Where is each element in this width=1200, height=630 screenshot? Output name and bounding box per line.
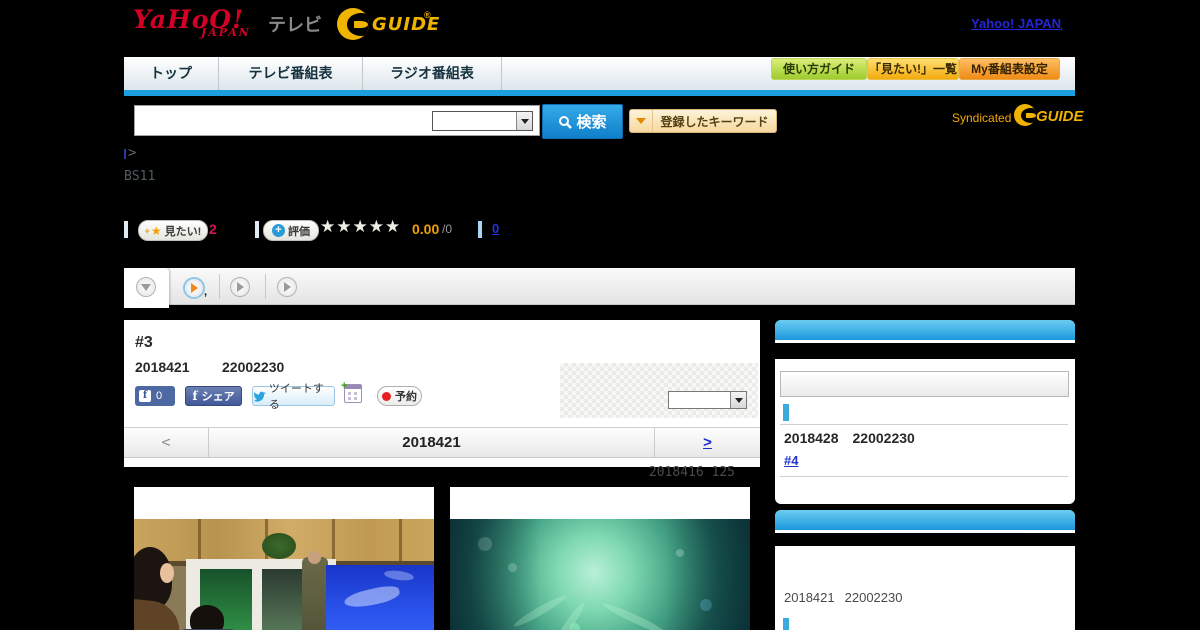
current-date-label: 2018421 [402,434,461,451]
twitter-icon [253,391,266,402]
tab-radio-listings[interactable]: ラジオ番組表 [363,57,502,90]
search-icon [559,115,573,129]
circle-play-icon[interactable] [277,277,297,297]
facebook-like-count: 0 [156,390,163,402]
program-photo-glass-bird [450,519,750,630]
registered-keywords-button[interactable]: 登録したキーワード [629,109,777,133]
tab-separator [219,274,220,299]
page: YaHoO! JAPAN テレビ GUIDE ® Yahoo! JAPAN , … [0,0,1200,630]
mitai-button[interactable]: + ★ 見たい! [138,220,208,241]
sidebar-panel-subheader [775,343,1075,359]
rating-score: 0.00 [412,221,440,237]
facebook-icon: f [192,389,198,403]
episode-title: #3 [135,334,153,351]
chevron-down-icon [730,392,746,408]
media-tabstrip [124,268,1075,305]
rate-button[interactable]: + 評価 [263,220,319,241]
tab-separator [265,274,266,299]
search-button-label: 検索 [576,114,607,131]
tweet-button[interactable]: ツイートする [252,383,335,411]
current-broadcast-schedule: 2018421 22002230 [784,590,902,605]
updated-timestamp: 2018416 125 [648,465,735,480]
mitai-button-label: 見たい! [164,225,202,238]
tweet-button-label: ツイートする [268,383,324,411]
tab-top[interactable]: トップ [124,57,219,90]
sidebar-input[interactable] [780,371,1069,397]
rate-button-label: 評価 [288,225,310,238]
sidebar-panel-header [775,510,1075,530]
facebook-like-button[interactable]: f 0 [135,386,175,406]
program-photo-aquarium [134,519,434,630]
next-broadcast-date: 2018428 [784,430,839,446]
breadcrumb: > [128,145,137,161]
tab-tv-listings[interactable]: テレビ番組表 [219,57,363,90]
sidebar-current-broadcast-panel: 2018421 22002230 [775,510,1075,630]
mitai-list-button[interactable]: 「見たい!」一覧 [867,58,959,80]
guide-howto-button[interactable]: 使い方ガイド [771,58,867,80]
calendar-add-icon[interactable]: + [341,380,362,403]
plus-icon: + [144,225,150,236]
prev-date-button[interactable]: < [124,428,209,457]
breadcrumb-tick [124,149,126,159]
mitai-count: 2 [209,221,217,237]
sidebar-panel-header [775,320,1075,340]
tabstrip-caption: , [204,286,208,298]
next-episode-link[interactable]: #4 [784,453,798,468]
episode-select[interactable] [668,391,747,409]
keyword-dropdown-icon [630,110,653,132]
chevron-down-icon [516,112,532,130]
search-input[interactable] [137,108,431,133]
rating-total: /0 [442,222,453,236]
divider [780,424,1068,425]
broadcast-time: 22002230 [222,359,285,375]
tab-separator [169,274,170,299]
circle-play-icon[interactable] [230,277,250,297]
program-photo-card-1[interactable] [134,487,434,630]
next-broadcast-schedule: 2018428 22002230 [784,430,915,446]
broadcast-date: 2018421 [135,359,190,375]
facebook-share-label: シェア [201,391,235,403]
record-dot-icon [382,391,391,401]
reserve-button[interactable]: 予約 [377,386,422,406]
next-date-link[interactable]: > [654,428,760,457]
divider-pipe [255,221,259,238]
sidebar-panel-subheader [775,533,1075,546]
current-broadcast-time: 22002230 [844,590,903,605]
reserve-button-label: 予約 [395,391,417,403]
service-name-label: テレビ [268,15,322,35]
top-link-suffix: , [1060,18,1064,32]
circle-play-icon-active[interactable] [183,277,205,299]
next-broadcast-time: 22002230 [852,430,915,446]
star-rating[interactable]: ★★★★★ [320,217,401,237]
section-accent-bar [783,618,789,630]
date-navigation: < 2018421 > [124,427,760,458]
section-accent-bar [783,404,789,421]
my-listings-settings-button[interactable]: My番組表設定 [959,58,1060,80]
facebook-icon: f [139,390,151,402]
plus-circle-icon: + [272,224,285,237]
program-photo-card-2[interactable] [450,487,750,630]
syndicated-gguide-text: GUIDE [1036,108,1084,125]
syndicated-gguide-icon [1014,104,1036,126]
current-broadcast-date: 2018421 [784,590,835,605]
search-category-select[interactable] [432,111,533,131]
program-detail-panel: #3 2018421 22002230 f 0 f シェア ツイートする + 予… [124,320,760,467]
accent-strip [124,90,1075,96]
yahoo-japan-logo-text: JAPAN [201,26,251,39]
syndicated-label: Syndicated [952,111,1012,125]
channel-label: BS11 [124,169,156,184]
facebook-share-button[interactable]: f シェア [185,386,242,406]
keyword-button-label: 登録したキーワード [660,114,769,129]
star-icon: ★ [150,223,162,238]
divider-pipe [124,221,128,238]
circle-arrow-down-icon[interactable] [136,277,156,297]
divider [780,476,1068,477]
review-count-link[interactable]: 0 [492,221,499,236]
divider-pipe [478,221,482,238]
search-button[interactable]: 検索 [542,104,623,139]
registered-mark: ® [424,10,431,20]
gguide-logo-icon [337,8,369,40]
sidebar-next-broadcast-panel: 2018428 22002230 #4 [775,320,1075,504]
yahoo-japan-top-link[interactable]: Yahoo! JAPAN [971,16,1061,31]
